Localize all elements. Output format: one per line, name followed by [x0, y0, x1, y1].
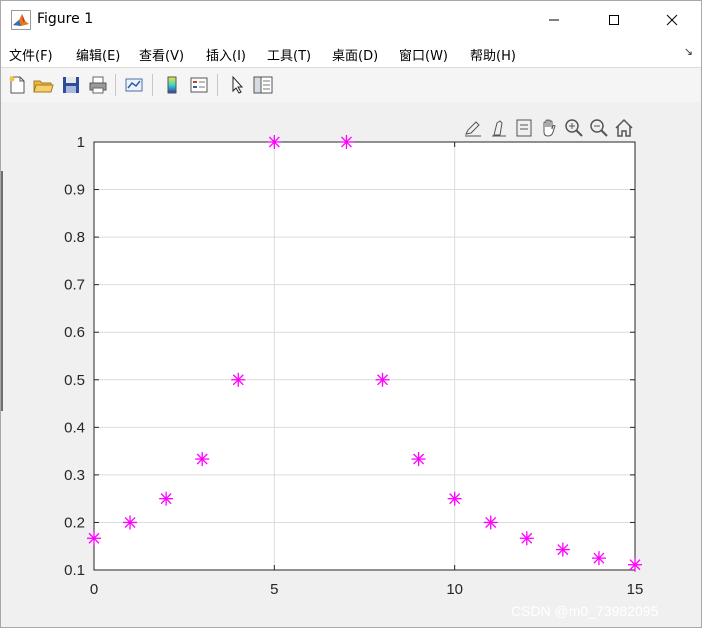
x-tick-label: 5: [270, 581, 278, 598]
data-point: [375, 372, 390, 387]
x-tick-label: 0: [90, 581, 98, 598]
y-tick-label: 1: [77, 134, 85, 151]
data-point: [447, 491, 462, 506]
data-point: [483, 515, 498, 530]
data-point: [591, 551, 606, 566]
data-point: [519, 531, 534, 546]
y-tick-label: 0.4: [64, 419, 85, 436]
y-tick-label: 0.9: [64, 182, 85, 199]
data-point: [87, 531, 101, 546]
x-tick-label: 15: [627, 581, 644, 598]
data-point: [195, 452, 210, 467]
watermark: CSDN @m0_73982095: [511, 603, 659, 619]
y-tick-label: 0.1: [64, 562, 85, 579]
y-tick-label: 0.5: [64, 372, 85, 389]
axes-background: [94, 142, 635, 570]
x-tick-label: 10: [446, 581, 463, 598]
y-tick-label: 0.2: [64, 514, 85, 531]
y-tick-labels: 0.1 0.2 0.3 0.4 0.5 0.6 0.7 0.8 0.9 1: [64, 134, 85, 579]
data-point: [411, 452, 426, 467]
y-tick-label: 0.3: [64, 467, 85, 484]
x-tick-labels: 0 5 10 15: [90, 581, 644, 598]
scatter-plot: 0 5 10 15 0.1 0.2 0.3 0.4 0.5 0.6 0.7 0.8 0.9 1: [64, 134, 644, 598]
data-point: [231, 372, 246, 387]
data-point: [267, 135, 282, 149]
figure-window: Figure 1 文件(F) 编辑(E) 查看(V) 插入(I) 工具(T) 桌…: [0, 0, 702, 628]
data-point: [159, 491, 174, 506]
y-tick-label: 0.8: [64, 229, 85, 246]
data-point: [123, 515, 138, 530]
y-tick-label: 0.7: [64, 277, 85, 294]
data-point: [339, 135, 354, 149]
y-tick-label: 0.6: [64, 324, 85, 341]
data-point: [628, 557, 642, 572]
data-point: [555, 542, 570, 557]
